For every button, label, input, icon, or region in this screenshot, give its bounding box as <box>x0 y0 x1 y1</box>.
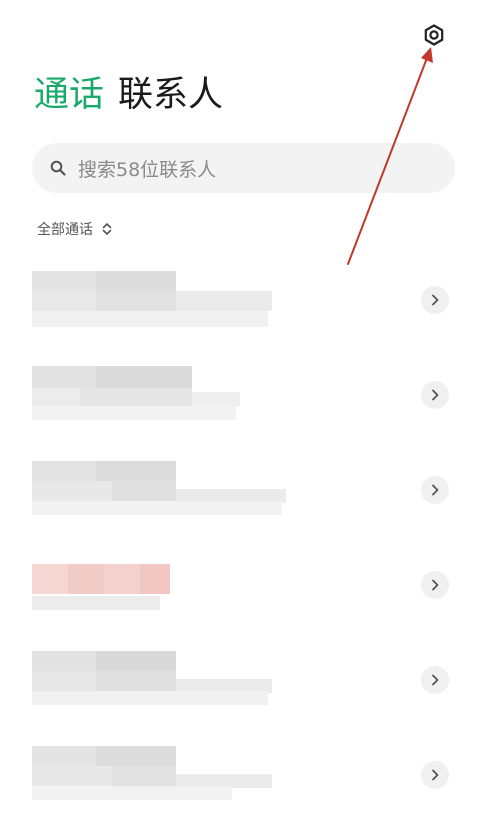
chevron-right-icon <box>432 294 439 306</box>
call-filter-label: 全部通话 <box>37 222 93 238</box>
blurred-contact-info <box>32 461 288 521</box>
chevron-right-icon <box>432 484 439 496</box>
call-list-item[interactable] <box>0 455 487 535</box>
tab-bar: 通话 联系人 <box>34 70 237 120</box>
chevron-right-icon <box>432 674 439 686</box>
call-detail-button[interactable] <box>421 571 449 599</box>
call-list-item[interactable] <box>0 645 487 725</box>
blurred-contact-info <box>32 746 288 806</box>
settings-gear-icon <box>424 24 444 46</box>
blurred-contact-info <box>32 651 288 711</box>
chevron-right-icon <box>432 769 439 781</box>
tab-contacts[interactable]: 联系人 <box>118 70 223 120</box>
blurred-contact-info <box>32 556 288 616</box>
call-list-item[interactable] <box>0 360 487 440</box>
settings-button[interactable] <box>419 20 449 50</box>
chevron-right-icon <box>432 579 439 591</box>
blurred-contact-info <box>32 366 288 426</box>
tab-calls[interactable]: 通话 <box>34 70 104 120</box>
call-list-item[interactable] <box>0 740 487 820</box>
call-filter-dropdown[interactable]: 全部通话 <box>37 219 113 239</box>
call-detail-button[interactable] <box>421 666 449 694</box>
call-list-item[interactable] <box>0 550 487 630</box>
search-icon <box>50 160 66 176</box>
search-input[interactable]: 搜索58位联系人 <box>32 143 455 193</box>
chevron-right-icon <box>432 389 439 401</box>
call-detail-button[interactable] <box>421 476 449 504</box>
call-list-item[interactable] <box>0 265 487 345</box>
search-placeholder: 搜索58位联系人 <box>78 158 217 181</box>
blurred-contact-info <box>32 271 288 331</box>
call-detail-button[interactable] <box>421 761 449 789</box>
call-detail-button[interactable] <box>421 381 449 409</box>
sort-updown-icon <box>102 223 112 235</box>
call-detail-button[interactable] <box>421 286 449 314</box>
